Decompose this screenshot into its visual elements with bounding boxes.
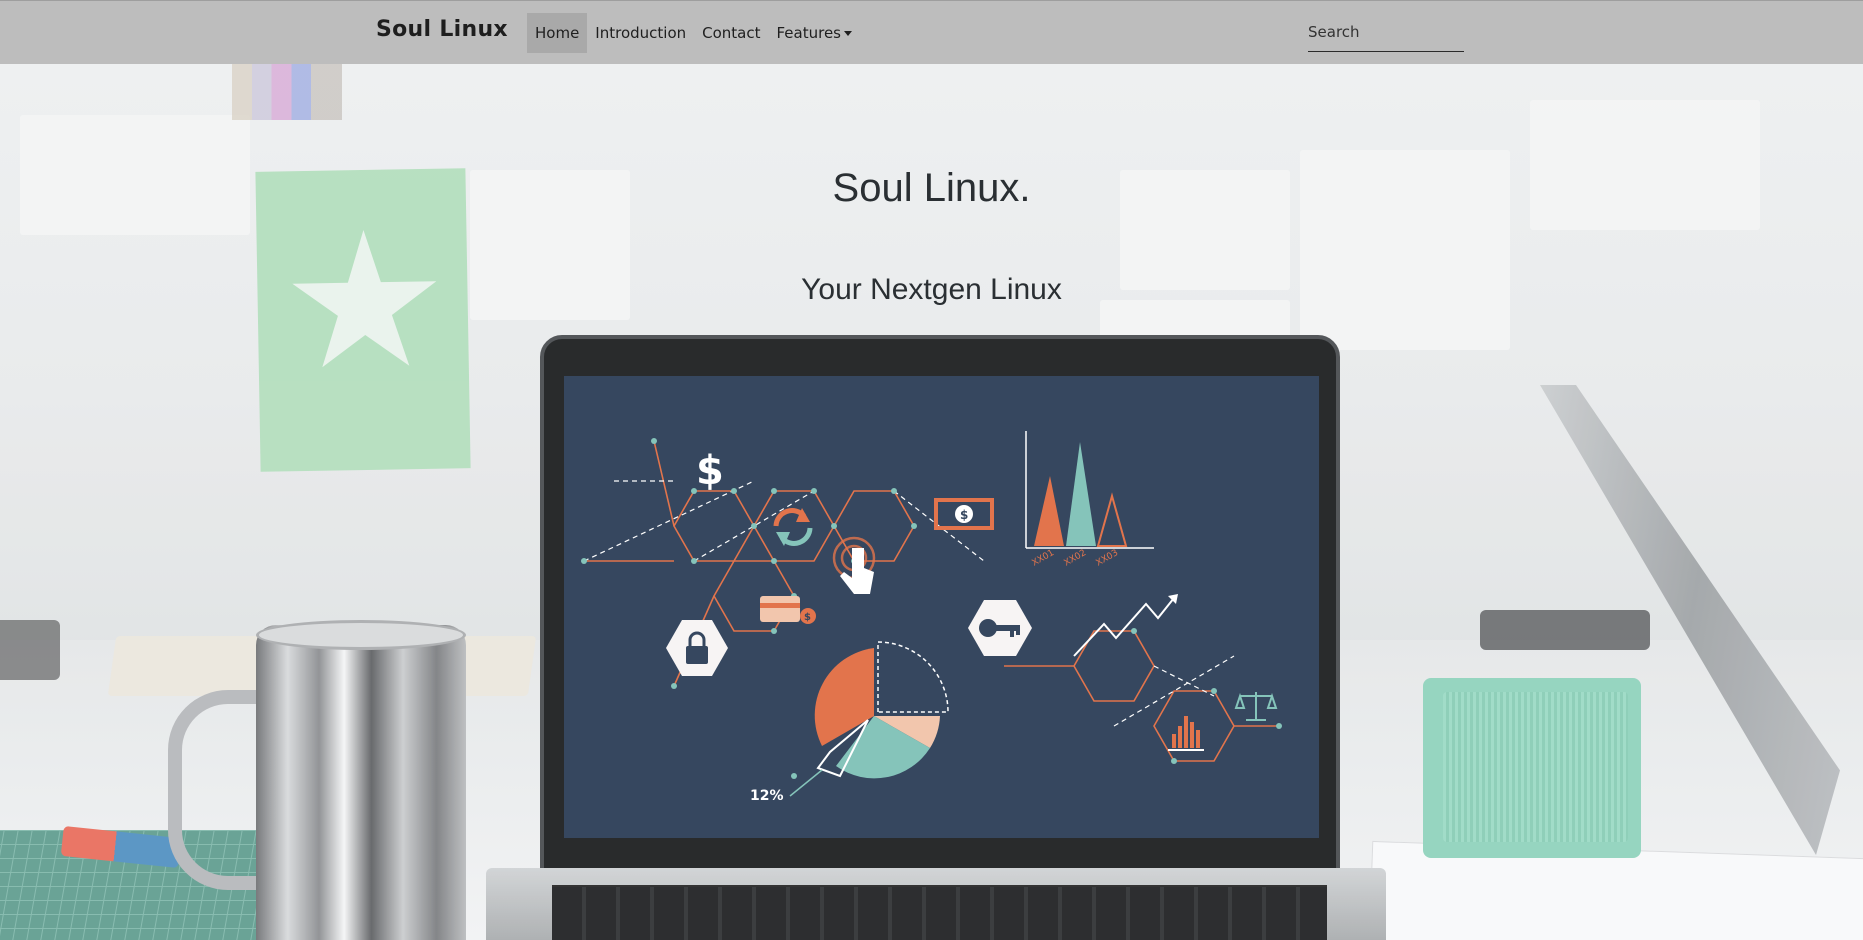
refresh-icon: [773, 508, 813, 546]
search-input[interactable]: [1308, 13, 1464, 52]
bar-chart-icon: [1168, 716, 1204, 751]
sticky-note: [255, 168, 471, 472]
percent-label: 12%: [750, 788, 784, 804]
nav-menu: Home Introduction Contact Features: [527, 13, 860, 53]
phone-device: [0, 620, 60, 680]
banknote-icon: $: [934, 498, 994, 530]
mug-rim: [256, 620, 466, 650]
metal-mug: [256, 625, 466, 940]
scale-icon: [1234, 692, 1278, 721]
axis-label: XX02: [1063, 548, 1089, 569]
touch-icon: [832, 536, 876, 594]
hero-title: Soul Linux.: [832, 166, 1031, 210]
axis-label: XX03: [1095, 548, 1121, 569]
pie-chart-icon: [789, 641, 949, 797]
triangle-chart-icon: [1025, 431, 1154, 549]
color-swatches: [232, 62, 342, 120]
axis-label: XX01: [1031, 548, 1057, 569]
laptop-keyboard: [552, 885, 1327, 940]
nav-item-contact[interactable]: Contact: [694, 13, 768, 53]
calculator: [1480, 610, 1650, 650]
nav-item-introduction[interactable]: Introduction: [587, 13, 694, 53]
credit-card-icon: $: [760, 596, 816, 624]
dollar-icon: $: [696, 448, 724, 494]
lock-icon: [666, 620, 728, 676]
trend-arrow-icon: [1073, 594, 1178, 657]
svg-text:$: $: [804, 612, 811, 623]
brand-logo[interactable]: Soul Linux: [376, 17, 508, 42]
laptop-screen: $ $ XX01 XX02 XX03 $ 12%: [564, 376, 1319, 838]
nav-item-home[interactable]: Home: [527, 13, 588, 53]
hero-background: $ $ XX01 XX02 XX03 $ 12%: [0, 0, 1863, 940]
nav-item-features[interactable]: Features: [769, 13, 861, 53]
navbar: Soul Linux Home Introduction Contact Fea…: [0, 0, 1863, 64]
caret-down-icon: [844, 31, 852, 36]
chart-axis-labels: XX01 XX02 XX03: [1031, 548, 1121, 569]
svg-text:$: $: [960, 508, 968, 522]
nav-item-features-label: Features: [776, 24, 842, 42]
infographic: $ $ XX01 XX02 XX03 $ 12%: [581, 431, 1282, 804]
key-icon: [968, 600, 1032, 656]
hero-subtitle: Your Nextgen Linux: [801, 273, 1062, 306]
speaker: [1423, 678, 1641, 858]
